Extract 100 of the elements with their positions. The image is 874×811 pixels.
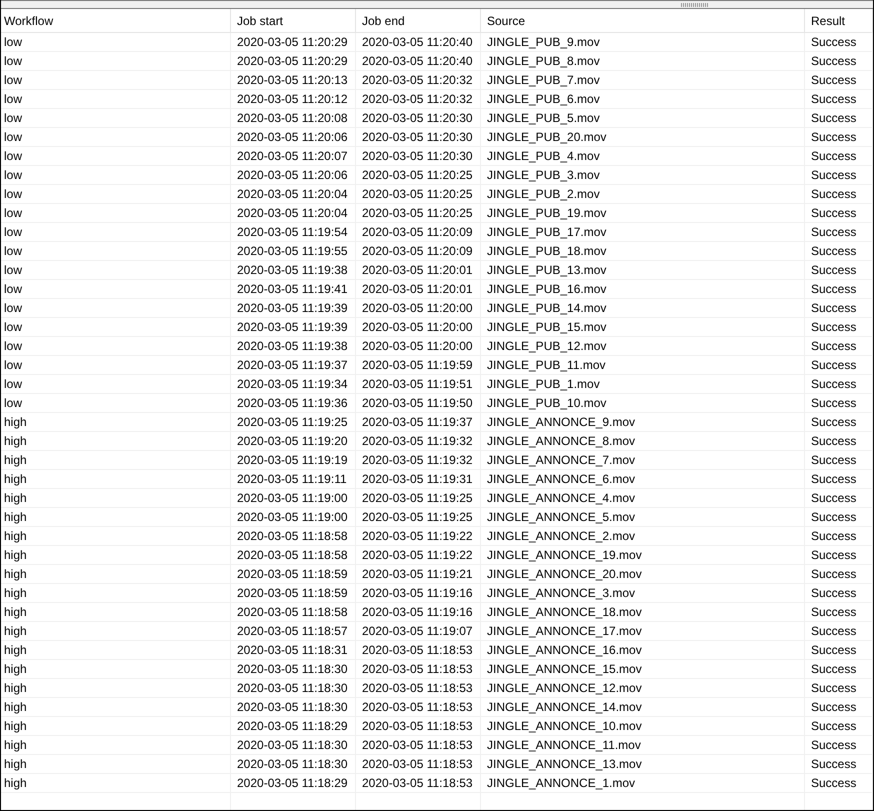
table-cell: 2020-03-05 11:18:53 — [356, 774, 481, 793]
table-cell: 2020-03-05 11:19:20 — [231, 432, 356, 451]
table-cell: Success — [805, 508, 873, 527]
table-cell: JINGLE_PUB_20.mov — [481, 128, 805, 147]
column-header[interactable]: Job end — [356, 9, 481, 33]
table-cell: JINGLE_PUB_13.mov — [481, 261, 805, 280]
table-cell: Success — [805, 394, 873, 413]
table-cell: JINGLE_ANNONCE_18.mov — [481, 603, 805, 622]
table-cell: JINGLE_PUB_14.mov — [481, 299, 805, 318]
table-cell: Success — [805, 641, 873, 660]
table-cell: Success — [805, 565, 873, 584]
table-cell: Success — [805, 755, 873, 774]
table-cell: Success — [805, 318, 873, 337]
table-cell: 2020-03-05 11:18:53 — [356, 641, 481, 660]
table-cell: JINGLE_PUB_11.mov — [481, 356, 805, 375]
table-cell: 2020-03-05 11:19:41 — [231, 280, 356, 299]
table-cell: JINGLE_ANNONCE_17.mov — [481, 622, 805, 641]
column-header[interactable]: Source — [481, 9, 805, 33]
table-cell: 2020-03-05 11:19:00 — [231, 489, 356, 508]
table-cell: 2020-03-05 11:20:09 — [356, 242, 481, 261]
table-cell: 2020-03-05 11:18:29 — [231, 774, 356, 793]
table-cell: high — [1, 508, 231, 527]
table-cell: 2020-03-05 11:20:30 — [356, 147, 481, 166]
table-cell: 2020-03-05 11:19:50 — [356, 394, 481, 413]
table-cell: JINGLE_PUB_8.mov — [481, 52, 805, 71]
table-cell: Success — [805, 489, 873, 508]
table-cell: 2020-03-05 11:20:09 — [356, 223, 481, 242]
table-cell: JINGLE_PUB_15.mov — [481, 318, 805, 337]
table-cell: high — [1, 622, 231, 641]
table-cell: Success — [805, 584, 873, 603]
table-cell: Success — [805, 299, 873, 318]
table-cell: JINGLE_ANNONCE_8.mov — [481, 432, 805, 451]
table-cell: low — [1, 356, 231, 375]
column-header[interactable]: Job start — [231, 9, 356, 33]
table-cell: JINGLE_PUB_1.mov — [481, 375, 805, 394]
table-cell: 2020-03-05 11:20:25 — [356, 166, 481, 185]
table-cell: 2020-03-05 11:20:13 — [231, 71, 356, 90]
table-cell: Success — [805, 33, 873, 52]
table-cell: Success — [805, 128, 873, 147]
table-cell: high — [1, 774, 231, 793]
table-cell: 2020-03-05 11:19:38 — [231, 261, 356, 280]
table-cell: JINGLE_PUB_17.mov — [481, 223, 805, 242]
table-cell: Success — [805, 185, 873, 204]
table-cell: low — [1, 337, 231, 356]
grip-icon — [681, 2, 709, 6]
table-cell: 2020-03-05 11:19:21 — [356, 565, 481, 584]
table-cell: Success — [805, 546, 873, 565]
table-cell: JINGLE_ANNONCE_2.mov — [481, 527, 805, 546]
table-cell: JINGLE_ANNONCE_10.mov — [481, 717, 805, 736]
table-cell: 2020-03-05 11:18:30 — [231, 736, 356, 755]
table-cell: low — [1, 52, 231, 71]
table-cell: 2020-03-05 11:18:58 — [231, 546, 356, 565]
splitter-bar[interactable] — [1, 0, 873, 9]
table-cell: low — [1, 109, 231, 128]
table-cell: high — [1, 736, 231, 755]
table-cell: low — [1, 33, 231, 52]
table-cell: low — [1, 166, 231, 185]
table-cell: 2020-03-05 11:19:22 — [356, 527, 481, 546]
table-cell: 2020-03-05 11:18:59 — [231, 565, 356, 584]
table-cell: Success — [805, 413, 873, 432]
table-cell: 2020-03-05 11:18:30 — [231, 755, 356, 774]
table-cell: 2020-03-05 11:18:30 — [231, 660, 356, 679]
table-cell: Success — [805, 698, 873, 717]
column-header[interactable]: Result — [805, 9, 873, 33]
table-cell: high — [1, 451, 231, 470]
table-cell: 2020-03-05 11:20:29 — [231, 52, 356, 71]
table-cell: 2020-03-05 11:20:25 — [356, 204, 481, 223]
table-cell: JINGLE_PUB_12.mov — [481, 337, 805, 356]
table-cell: Success — [805, 736, 873, 755]
table-cell: JINGLE_ANNONCE_14.mov — [481, 698, 805, 717]
table-cell: JINGLE_ANNONCE_20.mov — [481, 565, 805, 584]
table-cell: 2020-03-05 11:19:32 — [356, 432, 481, 451]
table-cell: Success — [805, 280, 873, 299]
table-cell: high — [1, 470, 231, 489]
table-cell: 2020-03-05 11:20:04 — [231, 204, 356, 223]
table-cell: 2020-03-05 11:19:36 — [231, 394, 356, 413]
table-cell: 2020-03-05 11:20:06 — [231, 166, 356, 185]
table-cell: high — [1, 660, 231, 679]
table-cell: JINGLE_ANNONCE_6.mov — [481, 470, 805, 489]
column-header[interactable]: Workflow — [1, 9, 231, 33]
table-cell: Success — [805, 717, 873, 736]
table-cell: 2020-03-05 11:20:29 — [231, 33, 356, 52]
table-cell: JINGLE_PUB_3.mov — [481, 166, 805, 185]
table-cell: 2020-03-05 11:20:32 — [356, 71, 481, 90]
table-cell: 2020-03-05 11:20:12 — [231, 90, 356, 109]
table-cell: 2020-03-05 11:18:30 — [231, 698, 356, 717]
table-cell: JINGLE_PUB_18.mov — [481, 242, 805, 261]
table-cell: Success — [805, 147, 873, 166]
table-cell: 2020-03-05 11:20:00 — [356, 299, 481, 318]
table-cell: JINGLE_ANNONCE_16.mov — [481, 641, 805, 660]
table-cell: 2020-03-05 11:18:53 — [356, 755, 481, 774]
table-cell: low — [1, 128, 231, 147]
table-cell: 2020-03-05 11:20:30 — [356, 109, 481, 128]
table-cell: 2020-03-05 11:18:57 — [231, 622, 356, 641]
table-cell: JINGLE_PUB_2.mov — [481, 185, 805, 204]
table-cell: 2020-03-05 11:19:16 — [356, 603, 481, 622]
table-cell: 2020-03-05 11:20:40 — [356, 33, 481, 52]
table-cell: 2020-03-05 11:19:59 — [356, 356, 481, 375]
table-cell: 2020-03-05 11:18:53 — [356, 679, 481, 698]
table-cell: Success — [805, 432, 873, 451]
